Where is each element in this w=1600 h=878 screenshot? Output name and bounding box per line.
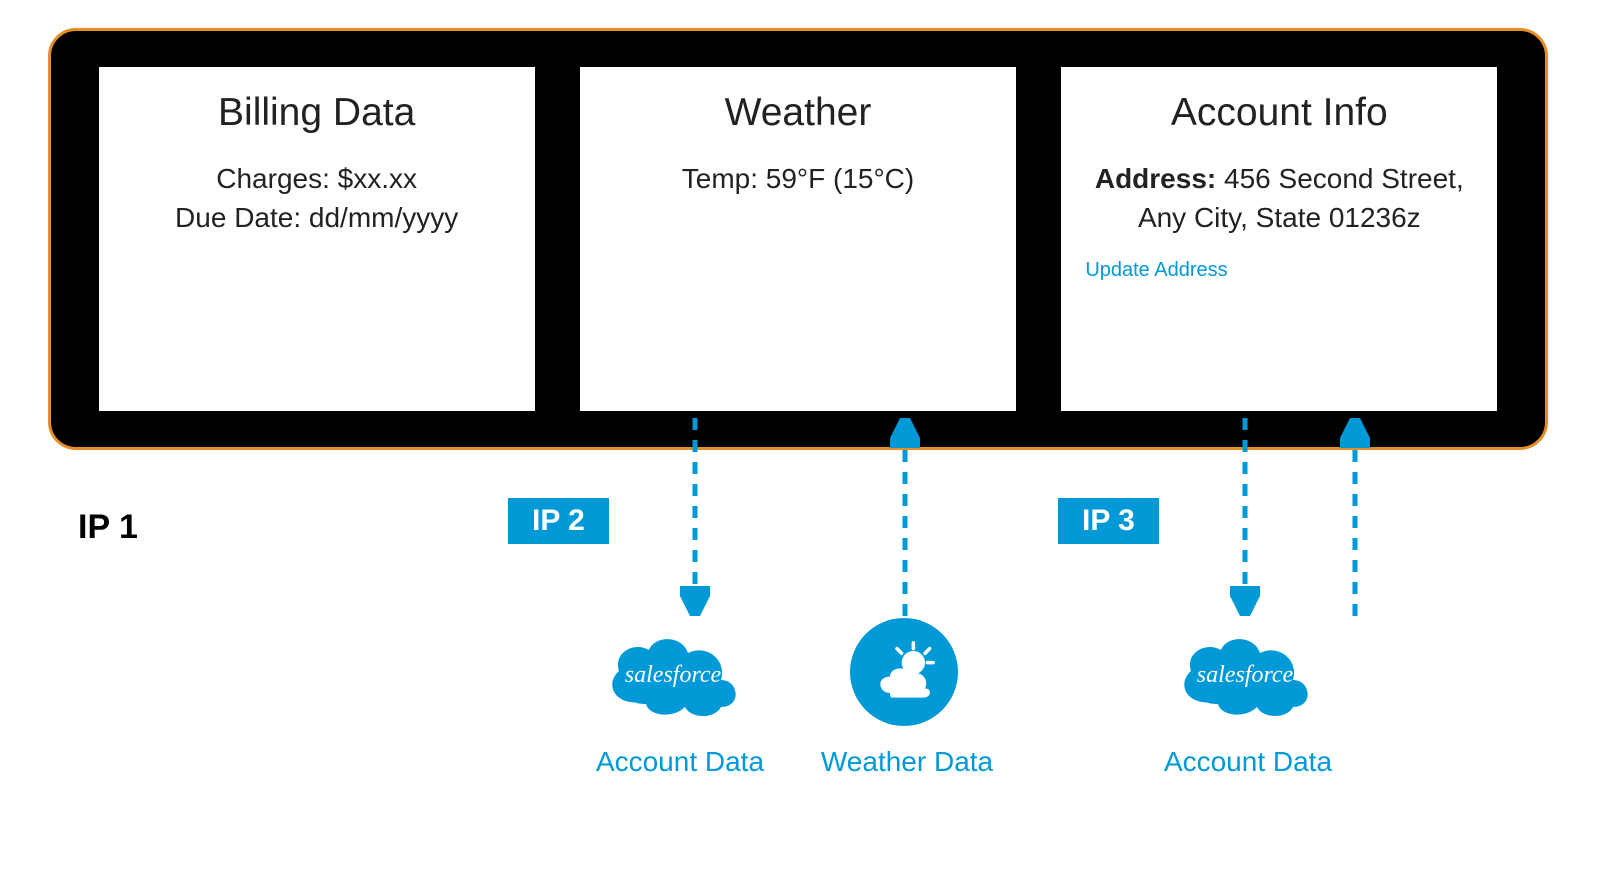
billing-due-value: dd/mm/yyyy: [309, 202, 458, 233]
ip3-tag: IP 3: [1058, 498, 1159, 544]
weather-data-label: Weather Data: [802, 746, 1012, 778]
billing-title: Billing Data: [123, 91, 511, 135]
account-data-label-right: Account Data: [1148, 746, 1348, 778]
ip2-tag: IP 2: [508, 498, 609, 544]
arrow-up-sf-to-account: [1340, 418, 1370, 616]
weather-icon: [850, 618, 958, 726]
arrow-up-weatherdata-to-card: [890, 418, 920, 616]
account-address-line: Address: 456 Second Street, Any City, St…: [1085, 159, 1473, 237]
weather-temp-line: Temp: 59°F (15°C): [604, 159, 992, 198]
account-info-card: Account Info Address: 456 Second Street,…: [1059, 65, 1499, 413]
flex-cards-container: Billing Data Charges: $xx.xx Due Date: d…: [48, 28, 1548, 450]
salesforce-icon-right: salesforce: [1170, 620, 1320, 725]
salesforce-text-right: salesforce: [1170, 662, 1320, 689]
weather-temp-value: 59°F (15°C): [766, 163, 914, 194]
update-address-link[interactable]: Update Address: [1085, 259, 1473, 282]
account-data-label-left: Account Data: [580, 746, 780, 778]
arrow-down-account-to-sf: [1230, 418, 1260, 616]
weather-title: Weather: [604, 91, 992, 135]
billing-data-card: Billing Data Charges: $xx.xx Due Date: d…: [97, 65, 537, 413]
ip1-label: IP 1: [78, 508, 138, 547]
salesforce-icon-left: salesforce: [598, 620, 748, 725]
salesforce-text-left: salesforce: [598, 662, 748, 689]
billing-charges-line: Charges: $xx.xx: [123, 159, 511, 198]
billing-due-label: Due Date:: [175, 202, 301, 233]
account-address-label: Address:: [1095, 163, 1216, 194]
account-title: Account Info: [1085, 91, 1473, 135]
weather-temp-label: Temp:: [682, 163, 758, 194]
billing-charges-value: $xx.xx: [338, 163, 417, 194]
billing-charges-label: Charges:: [216, 163, 330, 194]
billing-due-line: Due Date: dd/mm/yyyy: [123, 198, 511, 237]
arrow-down-weather-to-sf: [680, 418, 710, 616]
weather-card: Weather Temp: 59°F (15°C): [578, 65, 1018, 413]
